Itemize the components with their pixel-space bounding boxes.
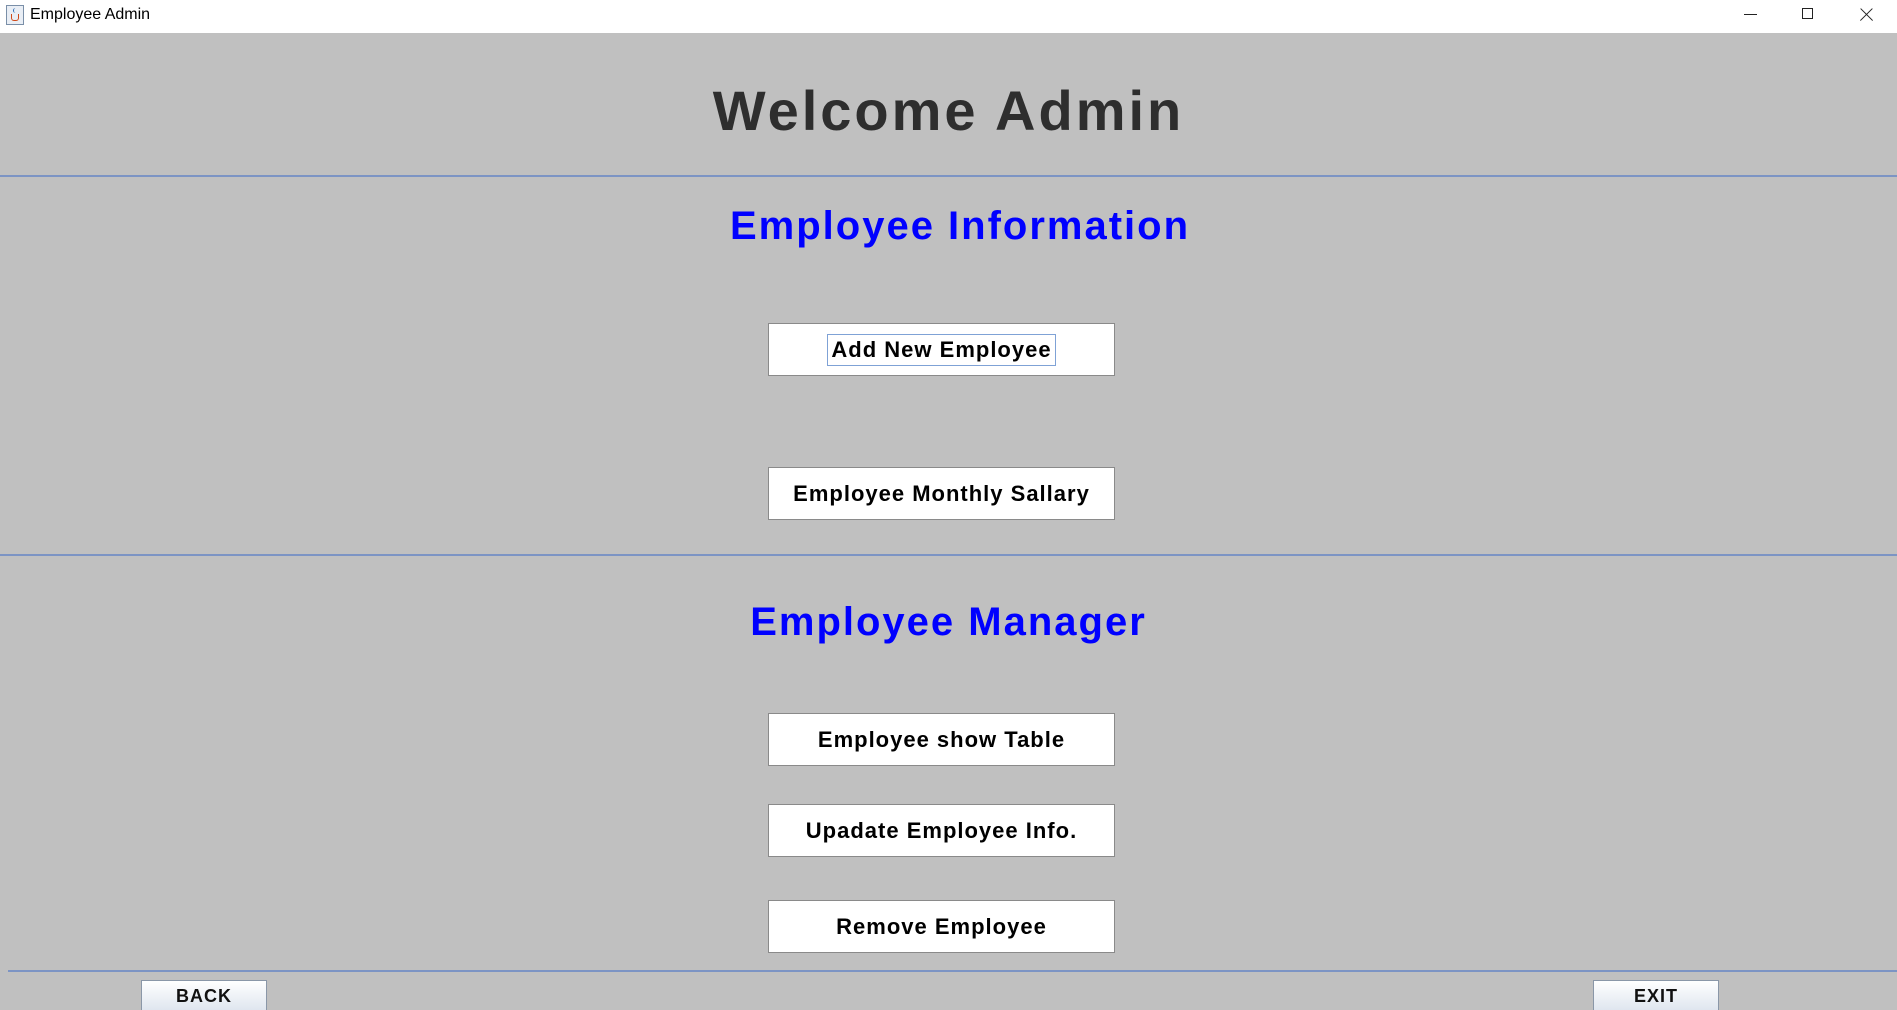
employee-show-table-button[interactable]: Employee show Table — [768, 713, 1115, 766]
employee-monthly-salary-button[interactable]: Employee Monthly Sallary — [768, 467, 1115, 520]
divider-bottom — [8, 970, 1897, 972]
employee-information-heading: Employee Information — [729, 204, 1191, 248]
employee-monthly-salary-label: Employee Monthly Sallary — [793, 480, 1090, 506]
remove-employee-label: Remove Employee — [836, 913, 1047, 939]
back-button[interactable]: BACK — [141, 980, 267, 1010]
java-cup-icon — [6, 5, 24, 25]
add-new-employee-label: Add New Employee — [827, 333, 1056, 366]
window-title: Employee Admin — [30, 6, 151, 23]
maximize-icon[interactable] — [1780, 0, 1836, 33]
divider-top — [0, 175, 1897, 177]
divider-middle — [0, 554, 1897, 556]
employee-show-table-label: Employee show Table — [817, 726, 1066, 752]
minimize-icon[interactable] — [1722, 0, 1778, 33]
title-bar: Employee Admin — [0, 0, 1897, 33]
update-employee-info-label: Upadate Employee Info. — [805, 817, 1078, 843]
welcome-heading: Welcome Admin — [712, 79, 1185, 142]
employee-manager-heading: Employee Manager — [750, 600, 1147, 644]
add-new-employee-button[interactable]: Add New Employee — [768, 323, 1115, 376]
remove-employee-button[interactable]: Remove Employee — [768, 900, 1115, 953]
exit-button[interactable]: EXIT — [1593, 980, 1719, 1010]
close-icon[interactable] — [1838, 0, 1894, 33]
update-employee-info-button[interactable]: Upadate Employee Info. — [768, 804, 1115, 857]
